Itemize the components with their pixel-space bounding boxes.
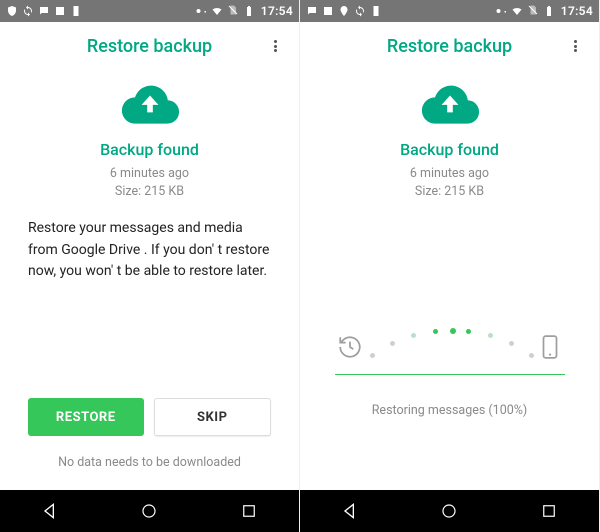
device-icon [370, 5, 382, 17]
no-sim-icon [527, 4, 539, 16]
chat-icon [306, 5, 318, 17]
backup-meta: 6 minutes ago Size: 215 KB [110, 165, 189, 200]
navigation-bar [0, 490, 299, 532]
content-area: Backup found 6 minutes ago Size: 215 KB [300, 70, 599, 490]
restore-progress-illustration: Restoring messages (100%) [300, 324, 599, 418]
backup-time: 6 minutes ago [410, 165, 489, 183]
progress-status-text: Restoring messages (100%) [372, 403, 528, 418]
vpn-key-icon [495, 5, 507, 17]
restore-button[interactable]: RESTORE [28, 398, 144, 436]
appbar-title: Restore backup [87, 36, 212, 57]
restore-explanation: Restore your messages and media from Goo… [28, 218, 271, 283]
appbar-title: Restore backup [387, 36, 512, 57]
backup-meta: 6 minutes ago Size: 215 KB [410, 165, 489, 200]
backup-size: Size: 215 KB [110, 183, 189, 201]
nav-home-button[interactable] [419, 495, 479, 527]
overflow-menu-button[interactable] [555, 22, 595, 70]
app-bar: Restore backup [300, 22, 599, 70]
sync-icon [22, 5, 34, 17]
backup-found-title: Backup found [400, 140, 499, 159]
download-footnote: No data needs to be downloaded [0, 455, 299, 470]
battery-icon [243, 5, 255, 17]
status-bar: 17:54 [300, 0, 599, 22]
sync-icon [354, 5, 366, 17]
backup-time: 6 minutes ago [110, 165, 189, 183]
cloud-upload-icon [420, 82, 480, 124]
clock-text: 17:54 [561, 4, 593, 18]
image-icon [54, 5, 66, 17]
wifi-icon [211, 5, 223, 17]
clock-text: 17:54 [261, 4, 293, 18]
nav-recent-button[interactable] [519, 495, 579, 527]
nav-back-button[interactable] [320, 495, 380, 527]
skip-button[interactable]: SKIP [154, 398, 272, 436]
backup-found-title: Backup found [100, 140, 199, 159]
history-icon [335, 332, 365, 362]
cloud-upload-icon [120, 82, 180, 124]
progress-dots [367, 324, 533, 370]
battery-icon [543, 5, 555, 17]
content-area: Backup found 6 minutes ago Size: 215 KB … [0, 70, 299, 490]
wifi-icon [511, 5, 523, 17]
nav-recent-button[interactable] [219, 495, 279, 527]
status-bar: 17:54 [0, 0, 299, 22]
no-sim-icon [227, 4, 239, 16]
phone-icon [535, 332, 565, 362]
screen-restore-prompt: 17:54 Restore backup Backup found 6 minu… [0, 0, 300, 532]
nav-back-button[interactable] [20, 495, 80, 527]
overflow-menu-button[interactable] [255, 22, 295, 70]
nav-home-button[interactable] [119, 495, 179, 527]
action-buttons: RESTORE SKIP [0, 398, 299, 436]
shield-icon [6, 5, 18, 17]
backup-size: Size: 215 KB [410, 183, 489, 201]
app-bar: Restore backup [0, 22, 299, 70]
screen-restore-progress: 17:54 Restore backup Backup found 6 minu… [300, 0, 600, 532]
location-icon [338, 5, 350, 17]
image-icon [322, 5, 334, 17]
progress-underline [335, 374, 565, 375]
device-icon [70, 5, 82, 17]
navigation-bar [300, 490, 599, 532]
chat-icon [38, 5, 50, 17]
vpn-key-icon [195, 5, 207, 17]
